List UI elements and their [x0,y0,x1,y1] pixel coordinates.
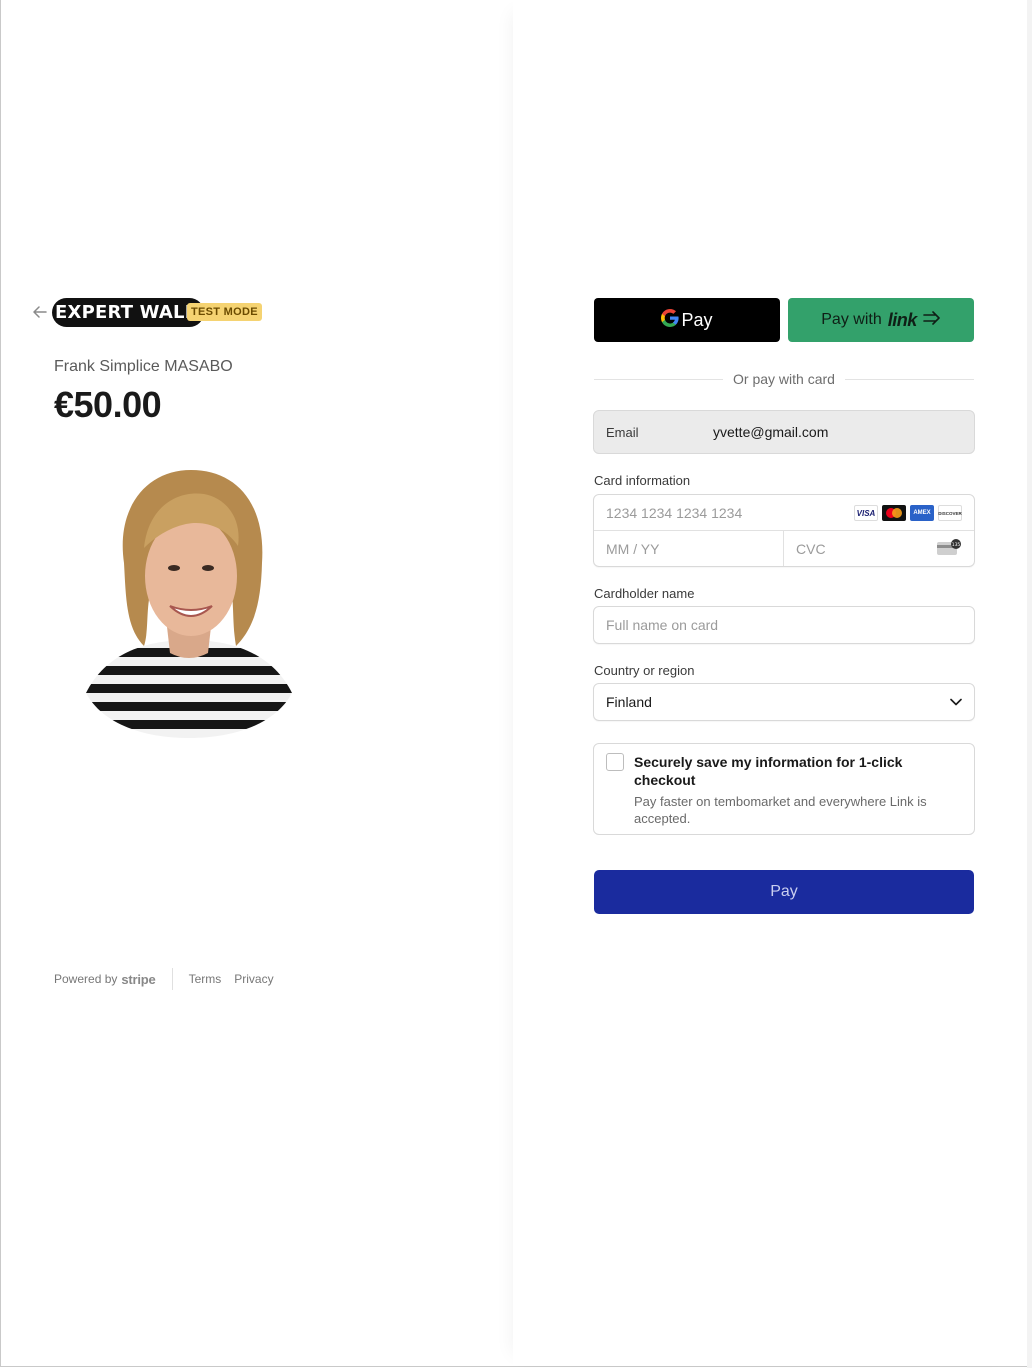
product-price: €50.00 [54,384,162,425]
cvc-card-icon: 135 [937,539,961,557]
country-select[interactable]: Finland [593,683,975,721]
pay-with-link-button[interactable]: Pay with link [788,298,974,342]
terms-link[interactable]: Terms [189,972,222,986]
back-arrow-icon[interactable] [32,304,48,320]
google-pay-label: Pay [681,309,713,330]
powered-by-stripe[interactable]: Powered by stripe [54,972,156,987]
card-number-input[interactable]: 1234 1234 1234 1234 VISA AMEX DISCOVER [594,495,974,531]
email-value: yvette@gmail.com [713,424,829,440]
svg-text:135: 135 [952,542,961,548]
arrow-right-icon [922,310,941,330]
save-info-box: Securely save my information for 1-click… [593,743,975,835]
chevron-down-icon [950,693,962,711]
save-info-checkbox[interactable] [606,753,624,771]
cvc-input[interactable]: CVC 135 [784,531,974,566]
country-label: Country or region [594,663,695,678]
link-prefix-label: Pay with [821,311,882,328]
window-edge [1027,0,1032,1368]
cardholder-name-label: Cardholder name [594,586,695,601]
expiry-placeholder: MM / YY [606,541,660,557]
or-divider: Or pay with card [594,370,974,388]
card-brands: VISA AMEX DISCOVER [854,505,962,521]
cardholder-name-placeholder: Full name on card [606,617,719,633]
country-value: Finland [606,694,652,710]
product-image [86,468,292,738]
google-pay-button[interactable]: Pay [594,298,780,342]
amex-icon: AMEX [910,505,934,521]
stripe-logo: stripe [121,971,156,987]
expiry-input[interactable]: MM / YY [594,531,784,566]
divider-line-right [844,378,974,380]
save-info-title: Securely save my information for 1-click… [634,754,903,788]
cvc-placeholder: CVC [796,541,826,557]
email-label: Email [606,424,639,440]
mastercard-icon [882,505,906,521]
powered-by-label: Powered by [54,972,118,986]
brand-logo[interactable]: EXPERT WALL [52,298,205,327]
footer-divider [171,968,173,990]
card-information-group: 1234 1234 1234 1234 VISA AMEX DISCOVER M… [593,494,975,567]
pay-button[interactable]: Pay [594,870,974,914]
product-name: Frank Simplice MASABO [54,358,233,375]
test-mode-badge: TEST MODE [187,303,262,321]
divider-line-left [594,378,724,380]
footer: Powered by stripe Terms Privacy [54,968,287,990]
email-field[interactable]: Email yvette@gmail.com [593,410,975,454]
card-number-placeholder: 1234 1234 1234 1234 [606,504,743,521]
discover-icon: DISCOVER [938,505,962,521]
or-divider-text: Or pay with card [733,371,835,387]
google-g-icon [661,308,680,332]
visa-icon: VISA [854,505,878,521]
cardholder-name-input[interactable]: Full name on card [593,606,975,644]
save-info-description: Pay faster on tembomarket and everywhere… [634,794,927,826]
link-logo: link [887,309,918,330]
card-information-label: Card information [594,473,691,488]
privacy-link[interactable]: Privacy [234,972,273,986]
